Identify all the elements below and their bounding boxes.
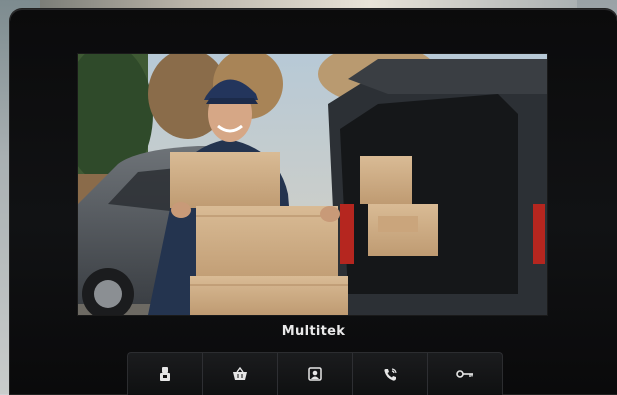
brand-logo: Multitek <box>281 324 346 339</box>
key-icon <box>456 369 474 379</box>
camera-image-icon <box>308 367 322 381</box>
control-button-bar <box>127 352 503 395</box>
door-opener-icon <box>158 366 172 382</box>
basket-button[interactable] <box>203 353 278 395</box>
camera-image-button[interactable] <box>278 353 353 395</box>
door-opener-button[interactable] <box>128 353 203 395</box>
phone-call-icon <box>383 367 398 382</box>
camera-feed-image <box>78 54 547 315</box>
basket-icon <box>232 367 248 381</box>
key-button[interactable] <box>428 353 502 395</box>
video-screen[interactable] <box>78 54 547 315</box>
phone-call-button[interactable] <box>353 353 428 395</box>
video-intercom-monitor: Multitek <box>10 9 617 395</box>
